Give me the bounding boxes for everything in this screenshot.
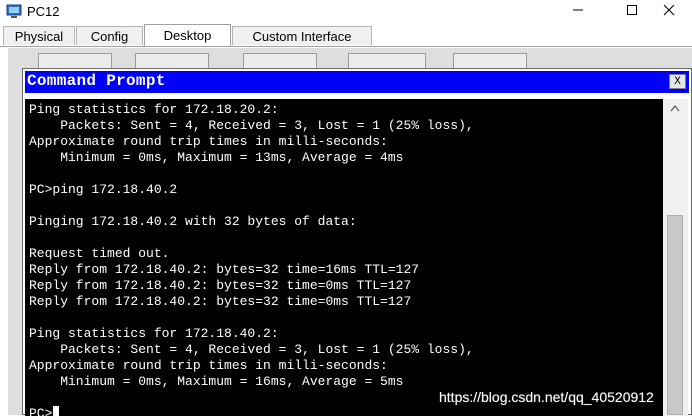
pc-icon — [6, 4, 22, 19]
tab-custom-interface[interactable]: Custom Interface — [232, 26, 372, 45]
console-line: Reply from 172.18.40.2: bytes=32 time=16… — [29, 262, 420, 277]
console-line: Approximate round trip times in milli-se… — [29, 134, 388, 149]
tab-config[interactable]: Config — [76, 26, 143, 45]
console-line: PC>ping 172.18.40.2 — [29, 182, 178, 197]
close-icon — [663, 3, 675, 21]
console-line: Packets: Sent = 4, Received = 3, Lost = … — [29, 342, 474, 357]
console-line: Ping statistics for 172.18.20.2: — [29, 102, 279, 117]
close-button[interactable] — [646, 0, 692, 24]
command-prompt-window: Command Prompt X Ping statistics for 172… — [22, 68, 692, 416]
console-output[interactable]: Ping statistics for 172.18.20.2: Packets… — [25, 99, 663, 416]
maximize-icon — [626, 3, 638, 21]
window-title: PC12 — [27, 4, 60, 19]
vertical-scrollbar[interactable] — [663, 99, 688, 416]
watermark-text: https://blog.csdn.net/qq_40520912 — [439, 389, 654, 405]
console-line: Request timed out. — [29, 246, 170, 261]
command-prompt-close-button[interactable]: X — [669, 74, 686, 89]
console-line: Minimum = 0ms, Maximum = 13ms, Average =… — [29, 150, 404, 165]
console-line: Approximate round trip times in milli-se… — [29, 358, 388, 373]
tab-physical[interactable]: Physical — [3, 26, 75, 45]
tab-desktop[interactable]: Desktop — [144, 24, 231, 46]
minimize-button[interactable] — [555, 0, 601, 24]
tab-strip: Physical Config Desktop Custom Interface — [0, 24, 692, 47]
window-titlebar: PC12 — [0, 0, 692, 24]
console-line: Pinging 172.18.40.2 with 32 bytes of dat… — [29, 214, 357, 229]
scrollbar-thumb[interactable] — [667, 215, 683, 415]
command-prompt-title: Command Prompt — [27, 72, 166, 90]
console-line: Packets: Sent = 4, Received = 3, Lost = … — [29, 118, 474, 133]
command-prompt-titlebar: Command Prompt X — [25, 71, 689, 93]
scroll-up-button[interactable] — [667, 101, 683, 115]
desktop-area: Command Prompt X Ping statistics for 172… — [8, 48, 692, 416]
console-line: Reply from 172.18.40.2: bytes=32 time=0m… — [29, 294, 412, 309]
minimize-icon — [572, 3, 584, 21]
console-line: Reply from 172.18.40.2: bytes=32 time=0m… — [29, 278, 412, 293]
console-line: Ping statistics for 172.18.40.2: — [29, 326, 279, 341]
console-line: Minimum = 0ms, Maximum = 16ms, Average =… — [29, 374, 404, 389]
chevron-up-icon — [670, 99, 680, 117]
